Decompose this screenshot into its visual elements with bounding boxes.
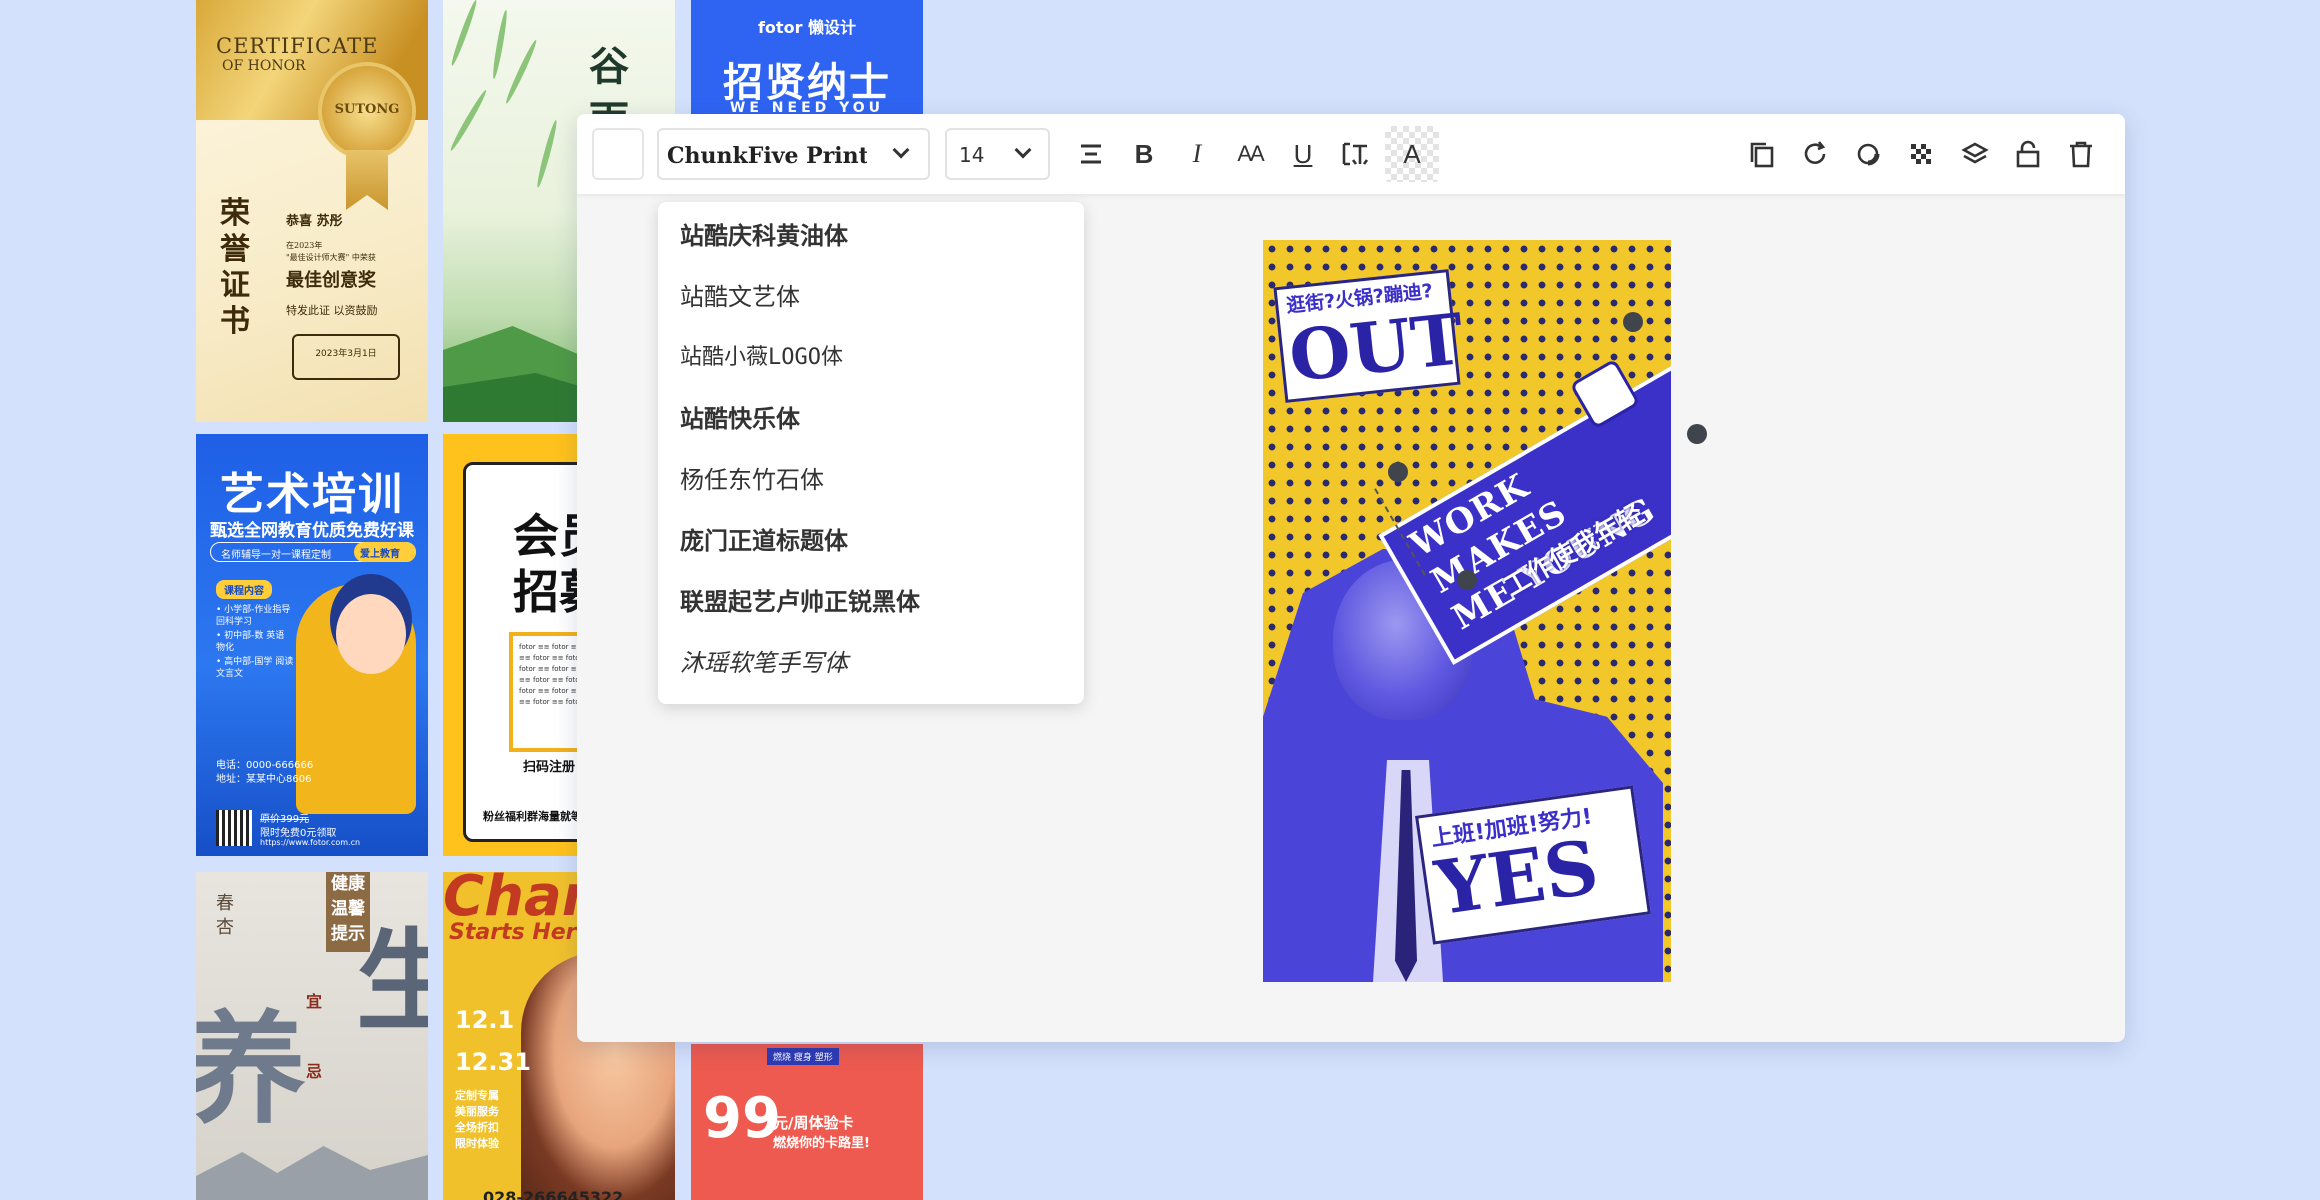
- resize-handle[interactable]: [1388, 462, 1408, 482]
- design-canvas[interactable]: 逛街?火锅?蹦迪? OUT WORK MAKES ME YOUNG 工作使我年轻…: [1263, 240, 1671, 982]
- font-option[interactable]: 站酷文艺体: [680, 277, 800, 317]
- rotate-icon[interactable]: [1798, 136, 1834, 172]
- leaf-decoration: [449, 0, 479, 67]
- template-certificate[interactable]: CERTIFICATE OF HONOR SUTONG 荣誉证书 恭喜 苏彤 在…: [196, 0, 428, 422]
- text-toolbar: ChunkFive Print 14 B I AA U A: [577, 114, 2125, 194]
- slogan-text: 燃烧你的卡路里!: [773, 1136, 870, 1151]
- price-text: 原价399元: [260, 814, 310, 825]
- scan-text: 扫码注册: [523, 760, 576, 775]
- course-item: • 小学部-作业指导: [216, 605, 291, 615]
- info-bar: 名师辅导一对一课程定制 爱上教育: [210, 542, 416, 562]
- cert-line: "最佳设计师大赛" 中荣获: [286, 253, 376, 262]
- font-option[interactable]: 庞门正道标题体: [680, 521, 848, 561]
- layers-icon[interactable]: [1957, 136, 1993, 172]
- qr-code-icon: [216, 810, 252, 846]
- cert-title: CERTIFICATE: [216, 34, 379, 58]
- template-health-poster[interactable]: 春杏 健康温馨提示 生 养 宜 忌: [196, 872, 428, 1200]
- font-family-dropdown: 站酷庆科黄油体 站酷文艺体 站酷小薇LOGO体 站酷快乐体 杨任东竹石体 庞门正…: [658, 202, 1084, 704]
- rotate-handle[interactable]: [1687, 424, 1707, 444]
- font-family-value: ChunkFive Print: [667, 143, 867, 169]
- address-text: 地址：某某中心8606: [216, 774, 312, 785]
- course-item: 回科学习: [216, 617, 253, 627]
- letter-spacing-icon[interactable]: [1338, 136, 1374, 172]
- course-item: 文言文: [216, 669, 244, 679]
- course-item: • 初中部-数 英语: [216, 631, 285, 641]
- text-editor-panel: ChunkFive Print 14 B I AA U A 站酷庆科黄油体 站酷…: [577, 114, 2125, 1042]
- mountain-decoration: [196, 1146, 428, 1200]
- template-fitness-poster[interactable]: 燃烧 瘦身 塑形 99 元/周体验卡 燃烧你的卡路里!: [691, 1044, 923, 1200]
- poster-subtitle: Starts Here: [449, 920, 592, 945]
- leaf-decoration: [534, 119, 559, 189]
- font-option[interactable]: 杨任东竹石体: [680, 460, 824, 500]
- delete-icon[interactable]: [2063, 136, 2099, 172]
- font-size-value: 14: [959, 143, 985, 167]
- free-text: 限时免费0元领取: [260, 828, 337, 839]
- ribbon-icon: [346, 150, 388, 210]
- template-art-training[interactable]: 艺术培训 甄选全网教育优质免费好课 名师辅导一对一课程定制 爱上教育 课程内容 •…: [196, 434, 428, 856]
- price-unit: 元/周体验卡: [773, 1114, 854, 1132]
- medal-icon: SUTONG: [322, 66, 412, 156]
- leaf-decoration: [490, 9, 509, 80]
- yi-text: 宜: [306, 992, 323, 1011]
- cert-award: 最佳创意奖: [286, 270, 376, 291]
- shadow-icon[interactable]: [1851, 136, 1887, 172]
- font-option[interactable]: 站酷小薇LOGO体: [680, 338, 843, 378]
- underline-icon[interactable]: U: [1285, 136, 1321, 172]
- font-family-select[interactable]: ChunkFive Print: [657, 128, 930, 180]
- course-tag: 课程内容: [216, 580, 272, 599]
- date-start: 12.1: [455, 1006, 515, 1034]
- duplicate-icon[interactable]: [1745, 136, 1781, 172]
- font-option[interactable]: 沐瑶软笔手写体: [680, 643, 848, 683]
- leaf-decoration: [448, 88, 489, 153]
- resize-handle[interactable]: [1457, 570, 1477, 590]
- course-item: • 高中部-国学 阅读: [216, 657, 294, 667]
- fitness-badge: 燃烧 瘦身 塑形: [767, 1048, 839, 1065]
- font-size-select[interactable]: 14: [945, 128, 1050, 180]
- cert-line: 恭喜 苏彤: [286, 214, 343, 229]
- italic-icon[interactable]: I: [1179, 136, 1215, 172]
- price-number: 99: [703, 1086, 781, 1151]
- cert-vertical-title: 荣誉证书: [220, 196, 250, 339]
- ji-text: 忌: [306, 1062, 323, 1081]
- font-option[interactable]: 联盟起艺卢帅正锐黑体: [680, 582, 920, 622]
- bold-icon[interactable]: B: [1126, 136, 1162, 172]
- calligraphy-big: 生: [356, 917, 428, 1046]
- url-text: https://www.fotor.com.cn: [260, 838, 361, 847]
- cert-line: 在2023年: [286, 241, 323, 250]
- font-option[interactable]: 站酷快乐体: [680, 399, 800, 439]
- font-size-aa-icon[interactable]: AA: [1232, 136, 1268, 172]
- chevron-down-icon: [1014, 141, 1032, 159]
- teacher-head-illustration: [336, 594, 406, 674]
- cert-subtitle: OF HONOR: [222, 58, 306, 74]
- cert-line: 特发此证 以资鼓励: [286, 304, 378, 317]
- text-color-swatch[interactable]: [592, 128, 644, 180]
- phone-text: 028-266645322: [483, 1188, 624, 1200]
- resize-handle[interactable]: [1623, 312, 1643, 332]
- leaf-decoration: [503, 38, 539, 105]
- out-big-text: OUT: [1285, 297, 1468, 398]
- calligraphy-big: 养: [196, 999, 306, 1140]
- out-sticker[interactable]: 逛街?火锅?蹦迪? OUT: [1273, 269, 1467, 403]
- text-background-icon[interactable]: A: [1385, 126, 1439, 182]
- service-list: 定制专属 美丽服务 全场折扣 限时体验: [455, 1089, 499, 1150]
- season-text: 春杏: [216, 893, 234, 938]
- poster-title: 艺术培训: [220, 469, 404, 520]
- align-center-icon[interactable]: [1073, 136, 1109, 172]
- lock-icon[interactable]: [2010, 136, 2046, 172]
- brand-label: fotor 懒设计: [757, 18, 857, 37]
- phone-text: 电话：0000-666666: [216, 760, 314, 771]
- course-item: 物化: [216, 643, 235, 653]
- cert-seal: 2023年3月1日: [292, 334, 400, 380]
- transparency-icon[interactable]: [1904, 136, 1940, 172]
- chevron-down-icon: [892, 141, 910, 159]
- date-end: 12.31: [455, 1048, 531, 1076]
- font-option[interactable]: 站酷庆科黄油体: [680, 216, 848, 256]
- poster-subtitle: 甄选全网教育优质免费好课: [210, 521, 414, 541]
